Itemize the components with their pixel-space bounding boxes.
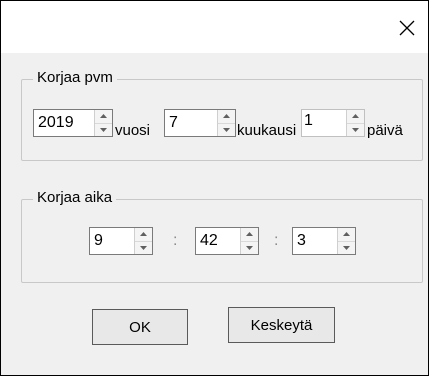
title-bar — [1, 1, 428, 53]
year-field[interactable]: 2019 — [33, 109, 113, 137]
hour-down-button[interactable] — [135, 241, 152, 254]
chevron-up-icon — [100, 114, 107, 119]
date-group-label: Korjaa pvm — [33, 69, 117, 87]
time-separator: : — [274, 232, 279, 249]
minute-up-button[interactable] — [241, 228, 258, 242]
hour-field[interactable]: 9 — [89, 227, 153, 255]
chevron-down-icon — [343, 245, 350, 250]
chevron-down-icon — [223, 127, 230, 132]
chevron-up-icon — [223, 114, 230, 119]
hour-spinner[interactable] — [134, 228, 152, 254]
month-field[interactable]: 7 — [164, 109, 236, 137]
second-field[interactable]: 3 — [292, 227, 356, 255]
month-value[interactable]: 7 — [165, 110, 217, 136]
year-spinner[interactable] — [94, 110, 112, 136]
ok-button[interactable]: OK — [92, 309, 188, 345]
second-value[interactable]: 3 — [293, 228, 337, 254]
minute-field[interactable]: 42 — [195, 227, 259, 255]
time-group-label: Korjaa aika — [33, 189, 117, 207]
day-up-button[interactable] — [347, 110, 364, 124]
month-unit-label: kuukausi — [237, 122, 297, 139]
chevron-down-icon — [140, 245, 147, 250]
minute-value[interactable]: 42 — [196, 228, 240, 254]
year-value[interactable]: 2019 — [34, 110, 94, 136]
year-unit-label: vuosi — [115, 122, 151, 139]
day-field[interactable]: 1 — [301, 109, 365, 137]
minute-down-button[interactable] — [241, 241, 258, 254]
chevron-up-icon — [352, 114, 359, 119]
year-up-button[interactable] — [95, 110, 112, 124]
chevron-up-icon — [140, 232, 147, 237]
hour-value[interactable]: 9 — [90, 228, 134, 254]
close-icon — [399, 20, 415, 36]
chevron-down-icon — [100, 127, 107, 132]
time-separator: : — [173, 232, 178, 249]
chevron-up-icon — [343, 232, 350, 237]
minute-spinner[interactable] — [240, 228, 258, 254]
second-spinner[interactable] — [337, 228, 355, 254]
chevron-down-icon — [246, 245, 253, 250]
close-button[interactable] — [392, 13, 422, 43]
hour-up-button[interactable] — [135, 228, 152, 242]
day-unit-label: päivä — [367, 122, 403, 139]
month-down-button[interactable] — [218, 123, 235, 136]
day-value[interactable]: 1 — [302, 110, 346, 136]
day-spinner[interactable] — [346, 110, 364, 136]
chevron-up-icon — [246, 232, 253, 237]
day-down-button[interactable] — [347, 123, 364, 136]
second-down-button[interactable] — [338, 241, 355, 254]
cancel-button[interactable]: Keskeytä — [228, 307, 335, 343]
second-up-button[interactable] — [338, 228, 355, 242]
dialog-window: Korjaa pvm 2019 vuosi 7 kuukausi 1 päivä… — [0, 0, 429, 376]
year-down-button[interactable] — [95, 123, 112, 136]
chevron-down-icon — [352, 127, 359, 132]
month-spinner[interactable] — [217, 110, 235, 136]
month-up-button[interactable] — [218, 110, 235, 124]
